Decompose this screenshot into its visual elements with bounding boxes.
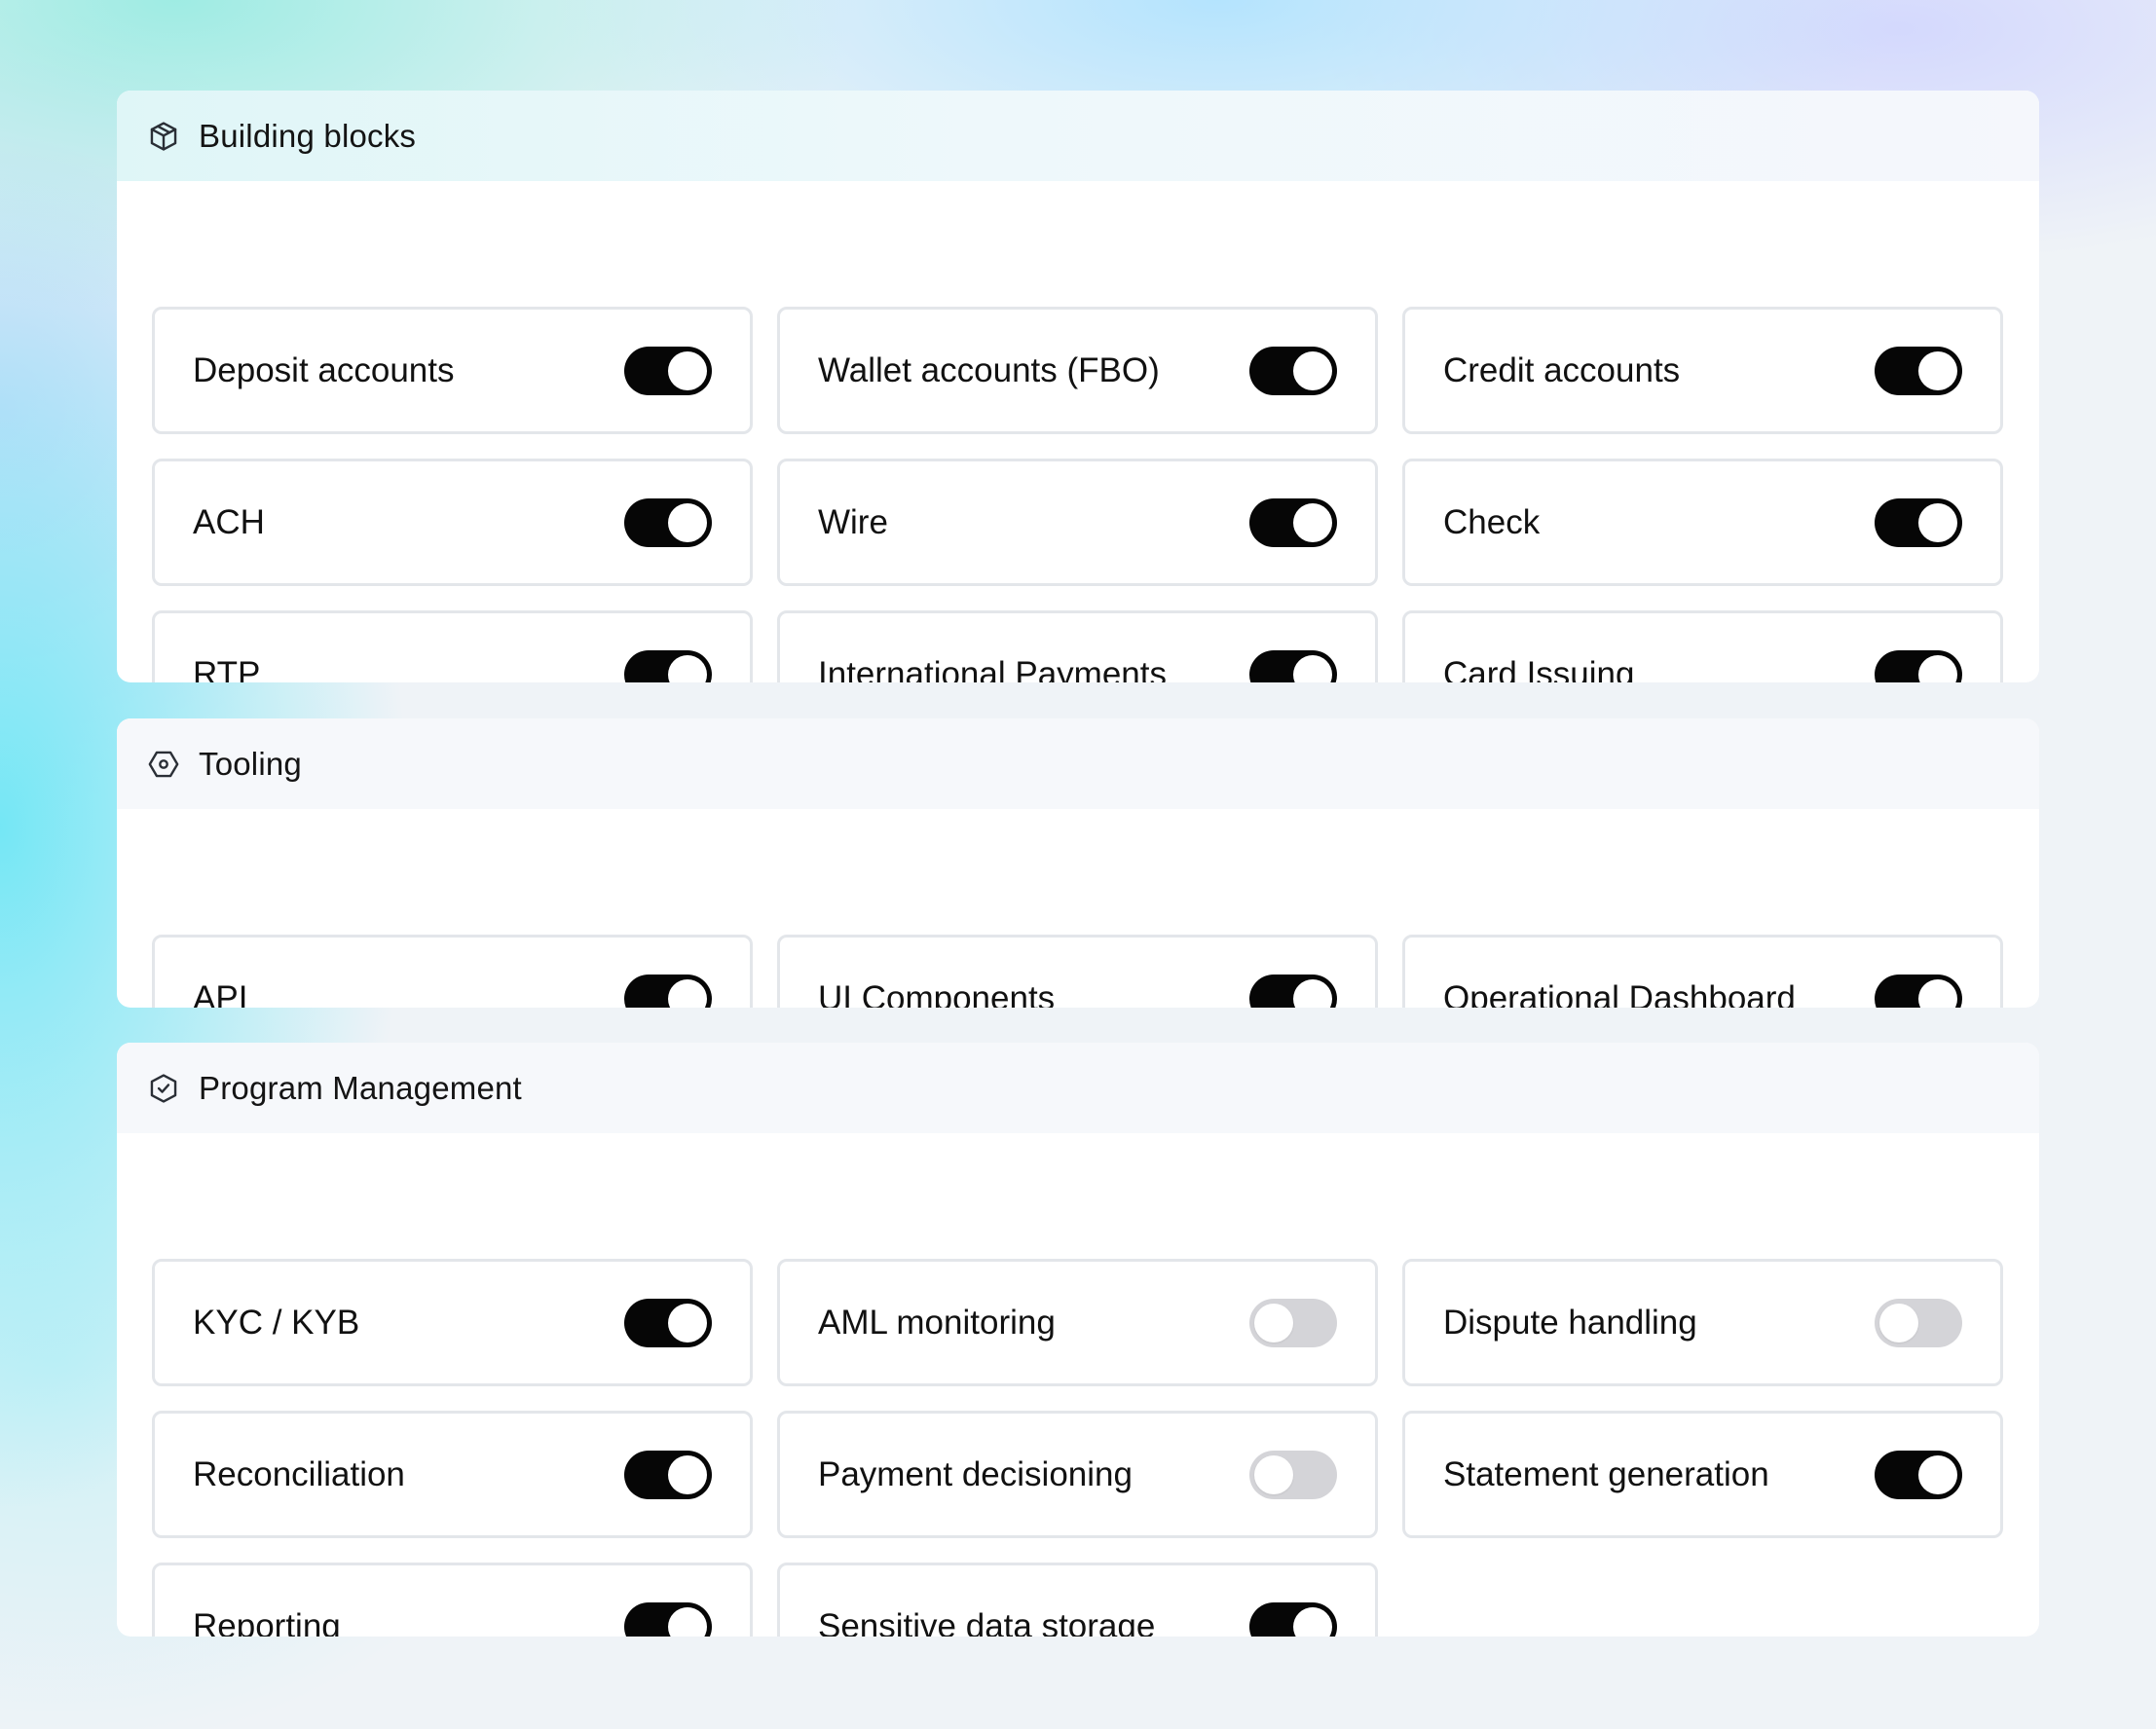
feature-label: Wire — [818, 502, 888, 541]
feature-card-wire: Wire — [777, 459, 1378, 586]
section-program-management: Program Management KYC / KYB AML monitor… — [117, 1043, 2039, 1637]
feature-toggle[interactable] — [624, 974, 712, 1008]
feature-toggle[interactable] — [624, 649, 712, 682]
feature-card-api: API — [152, 935, 753, 1008]
toggle-knob — [1918, 1454, 1957, 1494]
section-title: Building blocks — [199, 117, 417, 154]
feature-label: Card Issuing — [1443, 654, 1635, 683]
section-header: Tooling — [117, 718, 2039, 809]
feature-label: Reconciliation — [193, 1454, 405, 1493]
feature-card-ach: ACH — [152, 459, 753, 586]
feature-card-credit-accounts: Credit accounts — [1402, 307, 2003, 434]
feature-label: RTP — [193, 654, 261, 683]
feature-label: AML monitoring — [818, 1303, 1056, 1342]
feature-toggle[interactable] — [1875, 974, 1962, 1008]
feature-card-payment-decisioning: Payment decisioning — [777, 1411, 1378, 1538]
feature-toggle[interactable] — [1249, 974, 1337, 1008]
feature-toggle[interactable] — [1875, 497, 1962, 547]
feature-toggle[interactable] — [1249, 1450, 1337, 1499]
feature-label: Wallet accounts (FBO) — [818, 350, 1160, 389]
feature-toggle[interactable] — [1249, 1298, 1337, 1347]
toggle-knob — [1293, 654, 1332, 682]
feature-label: Operational Dashboard — [1443, 978, 1796, 1009]
section-header: Building blocks — [117, 91, 2039, 181]
feature-label: Dispute handling — [1443, 1303, 1697, 1342]
feature-label: Check — [1443, 502, 1541, 541]
feature-label: International Payments — [818, 654, 1167, 683]
feature-label: Payment decisioning — [818, 1454, 1133, 1493]
toggle-knob — [1918, 978, 1957, 1008]
feature-card-reconciliation: Reconciliation — [152, 1411, 753, 1538]
toggle-knob — [668, 1303, 707, 1343]
feature-card-ui-components: UI Components — [777, 935, 1378, 1008]
feature-toggle[interactable] — [1875, 1298, 1962, 1347]
toggle-knob — [668, 1454, 707, 1494]
feature-toggle[interactable] — [624, 1601, 712, 1637]
feature-label: KYC / KYB — [193, 1303, 360, 1342]
feature-toggle[interactable] — [624, 1298, 712, 1347]
feature-card-check: Check — [1402, 459, 2003, 586]
feature-toggle[interactable] — [624, 346, 712, 395]
feature-label: ACH — [193, 502, 265, 541]
feature-label: Statement generation — [1443, 1454, 1769, 1493]
feature-card-deposit-accounts: Deposit accounts — [152, 307, 753, 434]
feature-card-reporting: Reporting — [152, 1563, 753, 1637]
toggle-knob — [1293, 1606, 1332, 1637]
toggle-knob — [668, 1606, 707, 1637]
feature-toggle[interactable] — [624, 497, 712, 547]
feature-card-aml-monitoring: AML monitoring — [777, 1259, 1378, 1386]
feature-card-sensitive-data-storage: Sensitive data storage — [777, 1563, 1378, 1637]
section-building-blocks: Building blocks Deposit accounts Wallet … — [117, 91, 2039, 682]
toggle-knob — [668, 502, 707, 542]
toggle-knob — [668, 350, 707, 390]
toggle-knob — [1918, 654, 1957, 682]
section-header: Program Management — [117, 1043, 2039, 1133]
feature-label: Credit accounts — [1443, 350, 1681, 389]
feature-toggle[interactable] — [1249, 346, 1337, 395]
feature-label: UI Components — [818, 978, 1056, 1009]
section-tooling: Tooling API UI Components Operational Da… — [117, 718, 2039, 1008]
feature-card-card-issuing: Card Issuing — [1402, 610, 2003, 682]
toggle-knob — [668, 654, 707, 682]
feature-toggle[interactable] — [1249, 1601, 1337, 1637]
toggle-knob — [1254, 1303, 1293, 1343]
feature-card-dispute-handling: Dispute handling — [1402, 1259, 2003, 1386]
feature-card-wallet-accounts: Wallet accounts (FBO) — [777, 307, 1378, 434]
toggle-knob — [1879, 1303, 1918, 1343]
feature-card-kyc-kyb: KYC / KYB — [152, 1259, 753, 1386]
toggle-knob — [1293, 502, 1332, 542]
feature-card-rtp: RTP — [152, 610, 753, 682]
feature-toggle[interactable] — [1249, 497, 1337, 547]
feature-label: Reporting — [193, 1606, 341, 1637]
cube-icon — [146, 119, 181, 154]
toggle-knob — [1293, 350, 1332, 390]
feature-toggle[interactable] — [1875, 1450, 1962, 1499]
section-title: Tooling — [199, 745, 302, 782]
toggle-knob — [1254, 1454, 1293, 1494]
hexagon-check-icon — [146, 1071, 181, 1106]
feature-label: API — [193, 978, 248, 1009]
hexagon-nut-icon — [146, 747, 181, 782]
feature-toggle[interactable] — [624, 1450, 712, 1499]
feature-card-international-payments: International Payments — [777, 610, 1378, 682]
feature-card-operational-dashboard: Operational Dashboard — [1402, 935, 2003, 1008]
toggle-knob — [668, 978, 707, 1008]
feature-label: Sensitive data storage — [818, 1606, 1156, 1637]
feature-toggle[interactable] — [1249, 649, 1337, 682]
feature-toggle[interactable] — [1875, 346, 1962, 395]
toggle-knob — [1918, 502, 1957, 542]
toggle-knob — [1293, 978, 1332, 1008]
feature-toggle[interactable] — [1875, 649, 1962, 682]
feature-card-statement-generation: Statement generation — [1402, 1411, 2003, 1538]
toggle-knob — [1918, 350, 1957, 390]
section-title: Program Management — [199, 1069, 522, 1106]
feature-label: Deposit accounts — [193, 350, 455, 389]
